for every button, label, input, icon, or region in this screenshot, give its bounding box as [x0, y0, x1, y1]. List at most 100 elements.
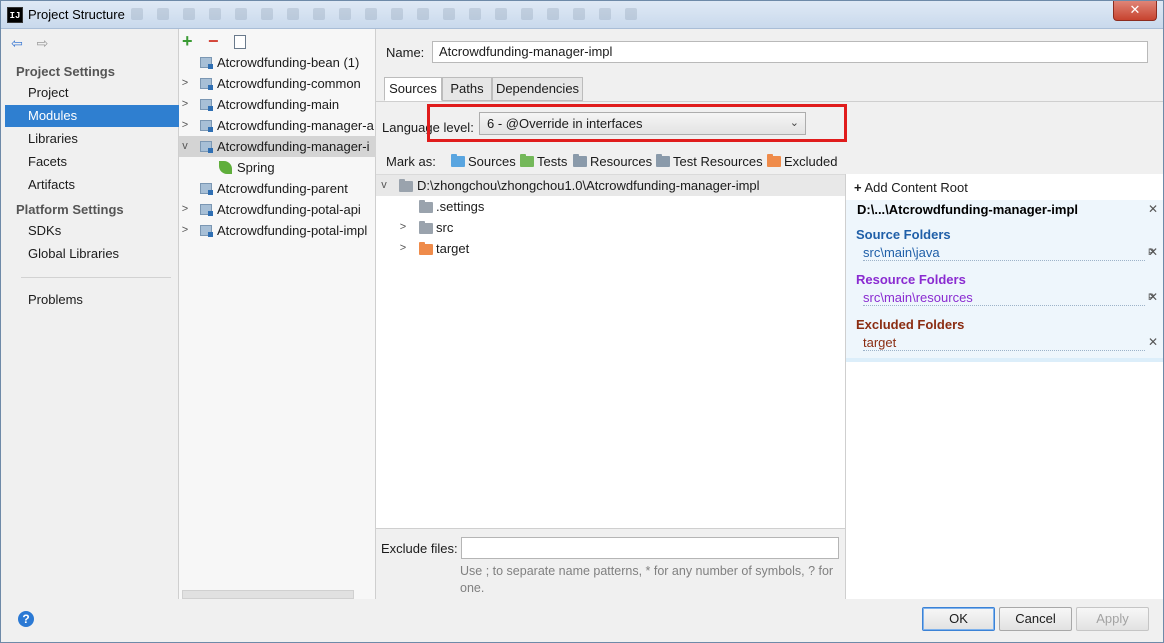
title-bar: IJ Project Structure ✕ [1, 1, 1163, 29]
sidebar-item-libraries[interactable]: Libraries [5, 128, 179, 150]
module-settings-panel: Name: Atcrowdfunding-manager-impl Source… [376, 29, 1163, 600]
chevron-right-icon[interactable]: > [179, 220, 191, 241]
test-folder-icon [520, 154, 534, 167]
platform-settings-header: Platform Settings [16, 202, 124, 217]
excluded-folder-icon [767, 154, 781, 167]
excluded-folder-icon [419, 242, 433, 255]
window-title: Project Structure [28, 7, 125, 22]
source-folders-title: Source Folders [856, 227, 951, 242]
module-name-input[interactable]: Atcrowdfunding-manager-impl [432, 41, 1148, 63]
file-tree-item[interactable]: > target [376, 238, 845, 259]
copy-module-icon[interactable] [234, 35, 246, 49]
file-tree-item[interactable]: > src [376, 217, 845, 238]
file-tree-root-label: D:\zhongchou\zhongchou1.0\Atcrowdfunding… [417, 178, 760, 193]
module-tree-item[interactable]: Atcrowdfunding-parent [179, 178, 376, 199]
content-root-path: D:\...\Atcrowdfunding-manager-impl [857, 202, 1078, 217]
source-folder-entry[interactable]: src\main\java [863, 245, 1145, 261]
mark-as-sources[interactable]: Sources [451, 154, 516, 169]
file-tree-item[interactable]: .settings [376, 196, 845, 217]
help-icon[interactable]: ? [18, 611, 34, 627]
sidebar-item-artifacts[interactable]: Artifacts [5, 174, 179, 196]
exclude-files-label: Exclude files: [381, 541, 458, 556]
module-label: Atcrowdfunding-bean (1) [217, 55, 360, 70]
red-highlight-annotation [427, 104, 847, 142]
sidebar-item-problems[interactable]: Problems [5, 289, 179, 311]
mark-as-sources-label: Sources [468, 154, 516, 169]
background-ide-toolbar [131, 8, 671, 22]
mark-as-label: Mark as: [386, 154, 436, 169]
module-label: Atcrowdfunding-parent [217, 181, 348, 196]
exclude-files-hint: Use ; to separate name patterns, * for a… [460, 564, 834, 595]
module-icon [200, 225, 213, 237]
mark-as-resources-label: Resources [590, 154, 653, 169]
mark-as-excluded[interactable]: Excluded [767, 154, 837, 169]
chevron-down-icon[interactable]: v [179, 136, 191, 157]
remove-excluded-folder-icon[interactable]: ✕ [1148, 335, 1158, 349]
facet-tree-item[interactable]: Spring [179, 157, 376, 178]
resource-folder-entry[interactable]: src\main\resources [863, 290, 1145, 306]
window-close-button[interactable]: ✕ [1113, 1, 1157, 21]
add-module-icon[interactable]: + [182, 31, 193, 51]
facet-label: Spring [237, 160, 275, 175]
chevron-right-icon[interactable]: > [179, 94, 191, 115]
remove-source-folder-icon[interactable]: ✕ [1148, 245, 1158, 259]
project-settings-header: Project Settings [16, 64, 115, 79]
spring-leaf-icon [219, 161, 232, 174]
exclude-files-input[interactable] [461, 537, 839, 559]
module-label: Atcrowdfunding-manager-i [217, 139, 370, 154]
horizontal-scrollbar[interactable] [182, 590, 354, 599]
content-root-file-tree: v D:\zhongchou\zhongchou1.0\Atcrowdfundi… [376, 174, 845, 528]
chevron-right-icon[interactable]: > [397, 238, 409, 259]
excluded-folder-entry[interactable]: target [863, 335, 1145, 351]
tab-sources[interactable]: Sources [384, 77, 442, 101]
content-root-panel: D:\...\Atcrowdfunding-manager-impl ✕ Sou… [846, 200, 1163, 362]
module-tree-item[interactable]: > Atcrowdfunding-potal-impl [179, 220, 376, 241]
module-label: Atcrowdfunding-potal-api [217, 202, 361, 217]
mark-as-tests[interactable]: Tests [520, 154, 567, 169]
file-tree-label: target [436, 241, 470, 256]
ok-button[interactable]: OK [922, 607, 995, 631]
remove-resource-folder-icon[interactable]: ✕ [1148, 290, 1158, 304]
apply-button[interactable]: Apply [1076, 607, 1149, 631]
sidebar-divider [21, 277, 171, 278]
folder-icon [419, 200, 433, 213]
module-tree-item[interactable]: > Atcrowdfunding-manager-a [179, 115, 376, 136]
module-tree-item[interactable]: > Atcrowdfunding-potal-api [179, 199, 376, 220]
module-tree-item[interactable]: > Atcrowdfunding-main [179, 94, 376, 115]
remove-content-root-icon[interactable]: ✕ [1148, 202, 1158, 216]
tab-paths[interactable]: Paths [442, 77, 492, 101]
cancel-button[interactable]: Cancel [999, 607, 1072, 631]
module-icon [200, 183, 213, 195]
test-resource-folder-icon [656, 154, 670, 167]
add-content-root-button[interactable]: + Add Content Root [854, 180, 968, 195]
chevron-right-icon[interactable]: > [179, 115, 191, 136]
chevron-right-icon[interactable]: > [397, 217, 409, 238]
mark-as-resources[interactable]: Resources [573, 154, 652, 169]
chevron-down-icon[interactable]: v [378, 175, 390, 196]
tab-dependencies[interactable]: Dependencies [492, 77, 583, 101]
sidebar-item-project[interactable]: Project [5, 82, 179, 104]
name-label: Name: [386, 45, 425, 60]
source-folder-icon [451, 154, 465, 167]
sidebar-item-modules[interactable]: Modules [5, 105, 179, 127]
sidebar-item-global-libraries[interactable]: Global Libraries [5, 243, 179, 265]
module-tree-item-selected[interactable]: v Atcrowdfunding-manager-i [179, 136, 376, 157]
sidebar-item-facets[interactable]: Facets [5, 151, 179, 173]
module-icon [200, 141, 213, 153]
remove-module-icon[interactable]: − [208, 31, 219, 51]
sources-tab-content: Language level: 6 - @Override in interfa… [376, 101, 1163, 600]
add-content-root-label: Add Content Root [864, 180, 968, 195]
module-tree-panel: + − Atcrowdfunding-bean (1) > Atcrowdfun… [179, 29, 376, 599]
chevron-right-icon[interactable]: > [179, 199, 191, 220]
exclude-files-section: Exclude files: Use ; to separate name pa… [376, 528, 845, 600]
sidebar-item-sdks[interactable]: SDKs [5, 220, 179, 242]
chevron-right-icon[interactable]: > [179, 73, 191, 94]
module-tree-item[interactable]: Atcrowdfunding-bean (1) [179, 52, 376, 73]
file-tree-root[interactable]: v D:\zhongchou\zhongchou1.0\Atcrowdfundi… [376, 175, 845, 196]
back-arrow-icon[interactable]: ⇦ [11, 35, 23, 51]
navigation-arrows: ⇦ ⇨ [11, 35, 58, 52]
module-tree-item[interactable]: > Atcrowdfunding-common [179, 73, 376, 94]
module-label: Atcrowdfunding-manager-a [217, 118, 374, 133]
forward-arrow-icon[interactable]: ⇨ [37, 35, 49, 51]
mark-as-test-resources[interactable]: Test Resources [656, 154, 763, 169]
